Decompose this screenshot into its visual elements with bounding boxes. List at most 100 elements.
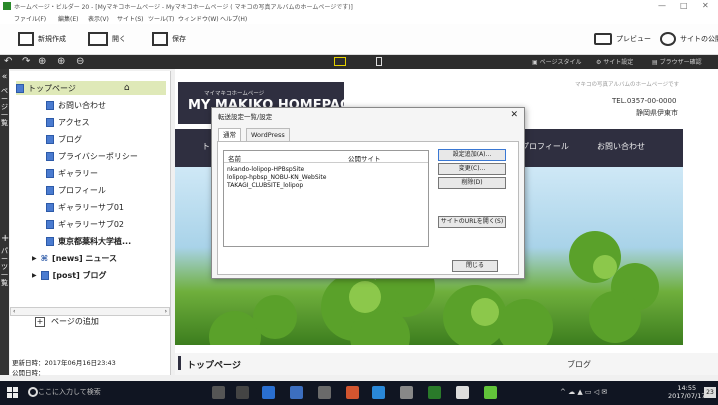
menu-view[interactable]: 表示(V) [88, 14, 109, 23]
cortana-icon[interactable] [28, 387, 38, 397]
menu-window[interactable]: ウィンドウ(W) [178, 14, 219, 23]
page-item[interactable]: プライバシーポリシー [46, 149, 138, 163]
list-item[interactable]: lolipop-hpbsp_NOBU-KN_WebSite [227, 174, 326, 181]
app-icon[interactable] [290, 386, 303, 399]
main-toolbar: 新規作成 開く 保存 プレビュー サイトの公開 [0, 24, 718, 55]
transfer-settings-dialog: 転送設定一覧/設定 ✕ 通常 WordPress 名前 公開サイト nkando… [211, 107, 525, 279]
page-item[interactable]: 東京都薬科大学植... [46, 234, 131, 248]
minimize-button[interactable]: — [658, 1, 666, 10]
homepage-builder-icon[interactable] [484, 386, 497, 399]
page-icon [46, 185, 54, 195]
page-item[interactable]: ギャラリーサブ02 [46, 217, 124, 231]
undo-icon[interactable]: ↶ [4, 55, 12, 69]
menu-edit[interactable]: 編集(E) [58, 14, 78, 23]
system-tray-icons[interactable]: ^ ☁ ▲ ▭ ◁ ✉ [560, 388, 607, 396]
page-item[interactable]: プロフィール [46, 183, 106, 197]
app-icon[interactable] [318, 386, 331, 399]
edge-icon[interactable] [262, 386, 275, 399]
redo-icon[interactable]: ↷ [22, 55, 30, 69]
tab-normal[interactable]: 通常 [218, 128, 241, 142]
zoom-in-icon[interactable]: ⊕ [57, 55, 65, 69]
page-label: ギャラリーサブ01 [58, 202, 125, 212]
sidebar-scrollbar[interactable]: ‹ › [10, 307, 170, 316]
task-view-icon[interactable] [236, 386, 249, 399]
add-icon: + [35, 316, 45, 327]
desktop-view-icon[interactable] [334, 57, 346, 66]
dialog-close-icon[interactable]: ✕ [510, 110, 518, 120]
notification-icon[interactable]: 23 [704, 387, 716, 398]
plus-icon[interactable]: + [1, 234, 9, 244]
window-title: ホームページ・ビルダー 20 - [Myマキコホームページ - Myマキコホーム… [14, 4, 353, 11]
nav-profile[interactable]: プロフィール [521, 141, 569, 152]
page-item[interactable]: ギャラリーサブ01 [46, 200, 124, 214]
new-page-icon [18, 32, 34, 46]
published-date: 公開日時： [12, 369, 45, 377]
page-item[interactable]: アクセス [46, 115, 90, 129]
mic-icon[interactable] [212, 386, 225, 399]
transfer-settings-list[interactable]: 名前 公開サイト nkando-lolipop-HPBspSite lolipo… [223, 150, 429, 247]
page-item[interactable]: お問い合わせ [46, 98, 106, 112]
section-marker [178, 356, 181, 370]
section-title: トップページ [187, 361, 241, 371]
zoom-out-icon[interactable]: ⊖ [76, 55, 84, 69]
page-list-tab[interactable]: ページ一覧 [1, 87, 8, 127]
page-icon [46, 202, 54, 212]
tab-wordpress[interactable]: WordPress [246, 128, 290, 142]
browser-check-label: ブラウザー確認 [659, 59, 702, 66]
folder-item-post[interactable]: ▶ [post] ブログ [32, 268, 107, 282]
edit-bar: ↶ ↷ ⊕ ⊕ ⊖ ▣ ページスタイル ⚙ サイト設定 ▤ ブラウザー確認 [0, 55, 718, 69]
browser-check-button[interactable]: ▤ ブラウザー確認 [652, 57, 702, 66]
app-icon[interactable] [456, 386, 469, 399]
page-label: ブログ [58, 134, 82, 144]
folder-item-news[interactable]: ▶ ⌘ [news] ニュース [32, 251, 117, 265]
menu-tools[interactable]: ツール(T) [148, 14, 174, 23]
page-style-label: ページスタイル [539, 59, 582, 66]
dialog-close-button[interactable]: 閉じる [452, 260, 498, 272]
page-icon [16, 83, 24, 93]
menu-site[interactable]: サイト(S) [117, 14, 144, 23]
page-item[interactable]: ブログ [46, 132, 82, 146]
zoom-fit-icon[interactable]: ⊕ [38, 55, 46, 69]
publish-button[interactable]: サイトの公開 [660, 30, 718, 48]
change-button[interactable]: 変更(C)... [438, 163, 506, 175]
dreamweaver-icon[interactable] [428, 386, 441, 399]
open-button[interactable]: 開く [88, 30, 126, 48]
save-button[interactable]: 保存 [152, 30, 186, 48]
windows-start-icon[interactable] [7, 387, 19, 399]
page-style-button[interactable]: ▣ ページスタイル [532, 57, 581, 66]
save-label: 保存 [172, 35, 186, 43]
mobile-view-icon[interactable] [376, 57, 382, 66]
clock[interactable]: 14:55 2017/07/17 [668, 384, 705, 400]
folder-label: [post] ブログ [52, 270, 107, 280]
new-button[interactable]: 新規作成 [18, 30, 66, 48]
site-settings-button[interactable]: ⚙ サイト設定 [596, 57, 633, 66]
open-site-url-button[interactable]: サイトのURLを開く(S) [438, 216, 506, 228]
app-icon[interactable] [400, 386, 413, 399]
content-area: トップページ ブログ [175, 353, 718, 375]
page-item[interactable]: ギャラリー [46, 166, 98, 180]
maximize-button[interactable]: □ [680, 1, 688, 10]
preview-button[interactable]: プレビュー [594, 30, 651, 48]
collapse-icon[interactable]: « [1, 73, 8, 82]
open-icon [88, 32, 108, 46]
delete-button[interactable]: 削除(D) [438, 177, 506, 189]
list-item[interactable]: nkando-lolipop-HPBspSite [227, 166, 304, 173]
app-icon[interactable] [346, 386, 359, 399]
taskbar-search[interactable]: ここに入力して検索 [38, 387, 101, 397]
parts-list-tab[interactable]: パーツ一覧 [1, 247, 8, 287]
list-item[interactable]: TAKAGI_CLUBSITE_lolipop [227, 182, 303, 189]
nav-contact[interactable]: お問い合わせ [597, 141, 645, 152]
page-label: ギャラリーサブ02 [58, 219, 125, 229]
menu-file[interactable]: ファイル(F) [14, 14, 46, 23]
mail-icon[interactable] [372, 386, 385, 399]
page-item-top[interactable]: トップページ ⌂ [16, 81, 166, 95]
add-page-button[interactable]: + ページの追加 [35, 316, 99, 327]
add-setting-button[interactable]: 設定追加(A)... [438, 149, 506, 161]
page-label: ギャラリー [58, 168, 98, 178]
home-icon: ⌂ [123, 83, 130, 93]
close-window-button[interactable]: ✕ [702, 1, 709, 10]
page-icon [46, 134, 54, 144]
menu-help[interactable]: ヘルプ(H) [220, 14, 247, 23]
page-label: 東京都薬科大学植... [58, 236, 132, 246]
blog-heading: ブログ [567, 360, 591, 369]
